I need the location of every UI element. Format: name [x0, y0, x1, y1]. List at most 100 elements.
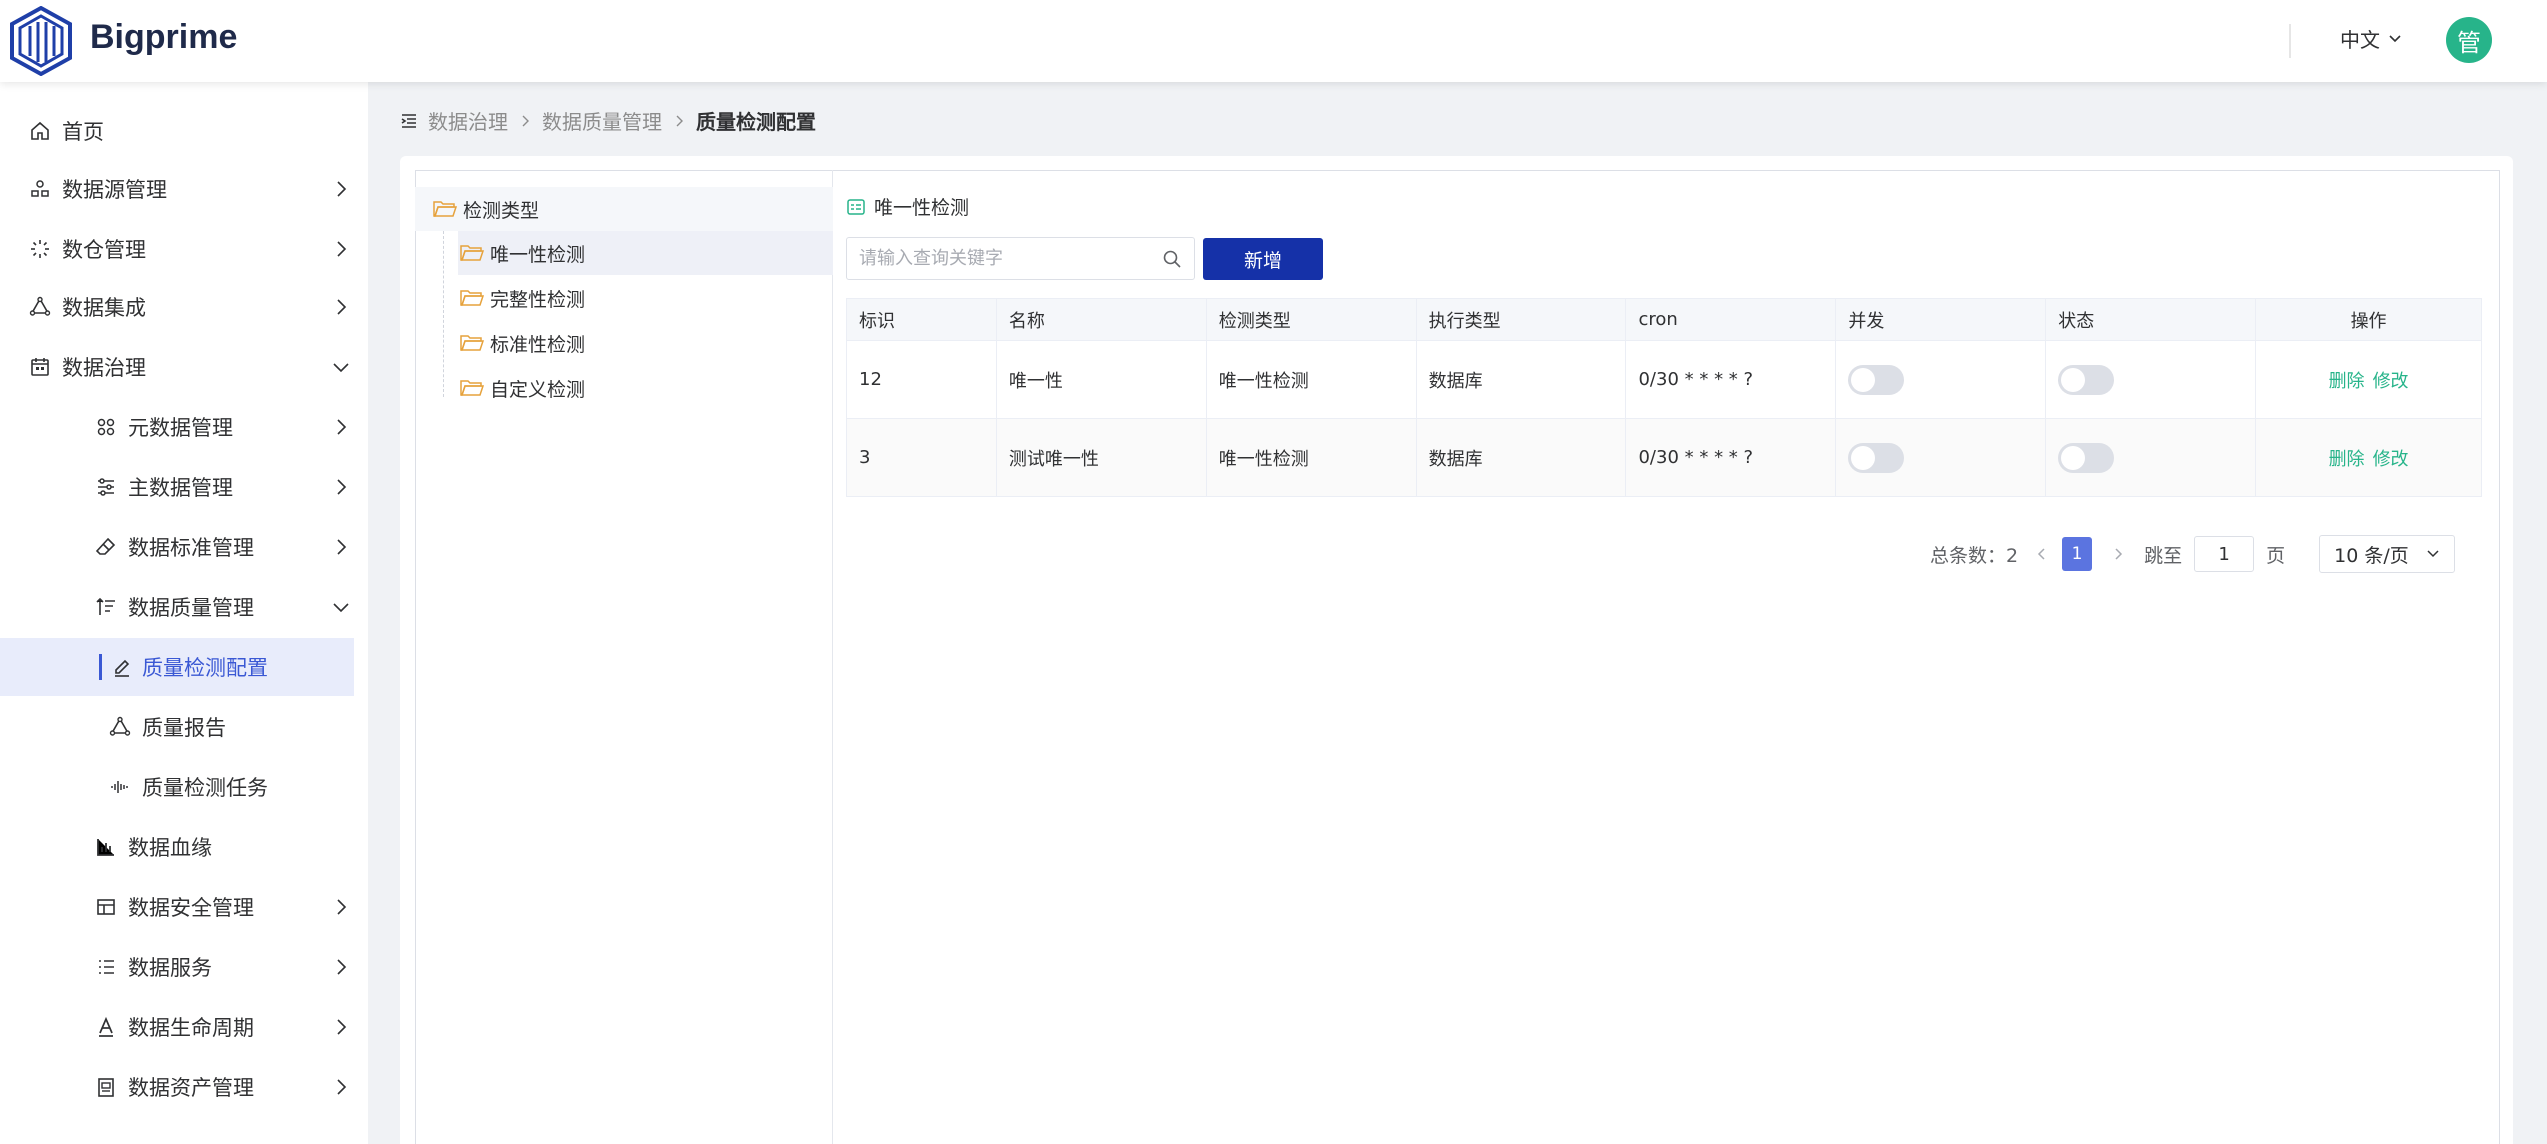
add-button[interactable]: 新增 — [1203, 238, 1323, 280]
user-avatar[interactable]: 管 — [2446, 17, 2492, 63]
panel-title: 唯一性检测 — [846, 193, 969, 220]
edit-link[interactable]: 修改 — [2373, 371, 2409, 392]
sidebar-item-masterdata[interactable]: 主数据管理 — [0, 458, 354, 516]
breadcrumb-item[interactable]: 数据治理 — [428, 106, 508, 135]
chart-icon — [94, 835, 118, 859]
cell-cron: 0/30 * * * * ? — [1625, 340, 1837, 419]
folder-open-icon — [460, 245, 484, 261]
search-icon[interactable] — [1162, 249, 1182, 269]
folder-open-icon — [433, 201, 457, 217]
page-size-select[interactable]: 10 条/页 — [2319, 535, 2456, 573]
cell-concurrent — [1835, 340, 2047, 419]
tree-node-standard[interactable]: 标准性检测 — [458, 321, 833, 365]
metadata-icon — [94, 415, 118, 439]
status-toggle[interactable] — [2058, 442, 2115, 473]
status-toggle[interactable] — [2058, 364, 2115, 395]
sidebar-item-quality-report[interactable]: 质量报告 — [0, 698, 354, 756]
chevron-down-icon — [333, 603, 349, 613]
sidebar-item-label: 数据源管理 — [62, 178, 167, 202]
sidebar-item-label: 数据服务 — [128, 956, 212, 980]
tree-node-completeness[interactable]: 完整性检测 — [458, 276, 833, 320]
sidebar-item-warehouse[interactable]: 数仓管理 — [0, 220, 354, 278]
jump-label: 跳至 — [2144, 544, 2183, 567]
sidebar-item-home[interactable]: 首页 — [0, 102, 354, 160]
chevron-down-icon — [333, 363, 349, 373]
next-page-button[interactable] — [2104, 537, 2132, 571]
edit-link[interactable]: 修改 — [2373, 449, 2409, 470]
integration-icon — [28, 295, 52, 319]
sidebar-item-security[interactable]: 数据安全管理 — [0, 878, 354, 936]
sidebar-item-label: 首页 — [62, 120, 104, 144]
tree-node-custom[interactable]: 自定义检测 — [458, 366, 833, 410]
home-icon — [28, 119, 52, 143]
panel-title-text: 唯一性检测 — [874, 197, 970, 219]
chevron-right-icon — [337, 1079, 347, 1095]
sidebar-item-label: 质量检测配置 — [142, 656, 268, 680]
chevron-right-icon — [337, 479, 347, 495]
concurrent-toggle[interactable] — [1848, 442, 1905, 473]
chevron-right-icon — [337, 241, 347, 257]
bigprime-logo-icon — [10, 6, 72, 76]
breadcrumb: 数据治理 数据质量管理 质量检测配置 — [400, 106, 816, 135]
total-count: 总条数：2 — [1930, 544, 2019, 567]
concurrent-toggle[interactable] — [1848, 364, 1905, 395]
chevron-down-icon — [2389, 34, 2401, 42]
sidebar-item-integration[interactable]: 数据集成 — [0, 278, 354, 336]
pagination: 总条数：2 1 跳至 页 10 条/页 — [1930, 535, 2456, 573]
edit-icon — [110, 655, 134, 679]
breadcrumb-item[interactable]: 数据质量管理 — [542, 106, 662, 135]
tree-node-label: 检测类型 — [463, 199, 540, 222]
form-icon — [847, 198, 865, 215]
table-icon — [94, 895, 118, 919]
sidebar-item-service[interactable]: 数据服务 — [0, 938, 354, 996]
delete-link[interactable]: 删除 — [2329, 371, 2365, 392]
sidebar-item-quality[interactable]: 数据质量管理 — [0, 578, 354, 636]
search-input[interactable] — [859, 238, 1159, 279]
sidebar-item-standard[interactable]: 数据标准管理 — [0, 518, 354, 576]
top-header: Bigprime 中文 管 — [0, 0, 2547, 82]
sidebar-item-lifecycle[interactable]: 数据生命周期 — [0, 998, 354, 1056]
prev-page-button[interactable] — [2028, 537, 2056, 571]
cell-type: 唯一性检测 — [1205, 340, 1417, 419]
sidebar: 首页 数据源管理 数仓管理 数据集成 数据治理 元数据管理 主数据管理 数据标准… — [0, 82, 368, 1144]
tree-node-unique[interactable]: 唯一性检测 — [458, 231, 833, 275]
folder-open-icon — [460, 335, 484, 351]
cell-actions: 删除 修改 — [2255, 340, 2482, 419]
chevron-right-icon — [337, 1019, 347, 1035]
data-table: 标识 名称 检测类型 执行类型 cron 并发 状态 操作 12 唯一性 唯一性… — [846, 298, 2482, 497]
sidebar-item-quality-task[interactable]: 质量检测任务 — [0, 758, 354, 816]
column-header: 状态 — [2045, 298, 2257, 341]
triangle-icon — [108, 715, 132, 739]
menu-fold-icon[interactable] — [400, 112, 418, 130]
sidebar-item-label: 数据安全管理 — [128, 896, 254, 920]
column-header: 名称 — [995, 298, 1207, 341]
sidebar-item-lineage[interactable]: 数据血缘 — [0, 818, 354, 876]
chevron-left-icon — [2038, 548, 2045, 560]
sidebar-item-quality-config[interactable]: 质量检测配置 — [0, 638, 354, 696]
cell-cron: 0/30 * * * * ? — [1625, 418, 1837, 497]
sort-icon — [94, 595, 118, 619]
cell-status — [2045, 340, 2257, 419]
language-selector[interactable]: 中文 — [2340, 24, 2402, 53]
tree-node-root[interactable]: 检测类型 — [415, 187, 833, 231]
breadcrumb-current: 质量检测配置 — [696, 110, 816, 134]
chevron-right-icon — [337, 899, 347, 915]
sidebar-item-asset[interactable]: 数据资产管理 — [0, 1058, 354, 1116]
text-icon — [94, 1015, 118, 1039]
sidebar-item-metadata[interactable]: 元数据管理 — [0, 398, 354, 456]
sidebar-item-label: 数据质量管理 — [128, 596, 254, 620]
chevron-right-icon — [337, 959, 347, 975]
page-number-current[interactable]: 1 — [2062, 537, 2093, 571]
sliders-icon — [94, 475, 118, 499]
sidebar-item-governance[interactable]: 数据治理 — [0, 338, 354, 396]
cell-id: 12 — [846, 340, 997, 419]
column-header: 执行类型 — [1415, 298, 1627, 341]
delete-link[interactable]: 删除 — [2329, 449, 2365, 470]
sidebar-item-datasource[interactable]: 数据源管理 — [0, 160, 354, 218]
active-indicator — [99, 654, 102, 680]
sidebar-item-label: 数据生命周期 — [128, 1016, 254, 1040]
jump-page-input[interactable] — [2194, 536, 2255, 572]
tree-node-label: 唯一性检测 — [490, 243, 586, 266]
cell-status — [2045, 418, 2257, 497]
chevron-down-icon — [2427, 550, 2439, 558]
